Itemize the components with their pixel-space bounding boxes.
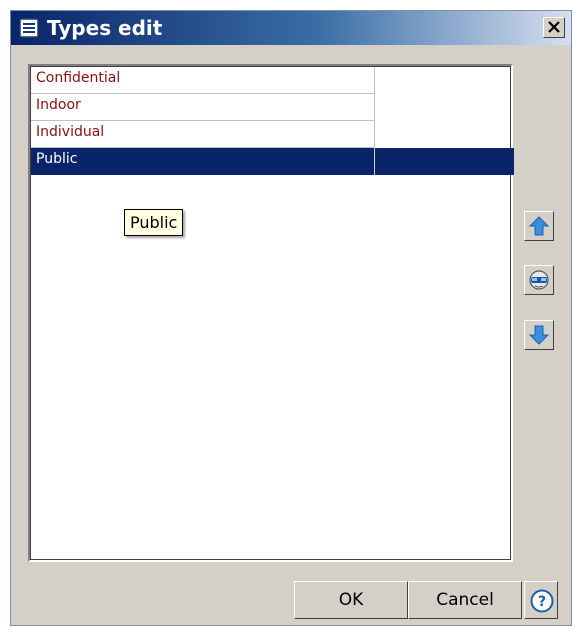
list-item-label: Individual	[31, 121, 375, 148]
list-item-individual[interactable]: Individual	[31, 121, 514, 148]
move-down-button[interactable]	[524, 320, 554, 350]
list-item-indoor[interactable]: Indoor	[31, 94, 514, 121]
move-up-button[interactable]	[524, 211, 554, 241]
list-item-label: Confidential	[31, 67, 375, 94]
ok-button[interactable]: OK	[294, 581, 408, 619]
tooltip: Public	[124, 209, 184, 236]
cancel-button[interactable]: Cancel	[408, 581, 522, 619]
close-icon	[548, 21, 560, 33]
svg-text:?: ?	[538, 594, 546, 610]
face-icon	[529, 270, 549, 290]
window-title: Types edit	[47, 16, 163, 40]
help-icon: ?	[530, 589, 554, 613]
edit-button[interactable]	[524, 265, 554, 295]
close-button[interactable]	[543, 17, 565, 38]
list-item-label: Public	[31, 148, 375, 175]
help-button[interactable]: ?	[524, 581, 558, 619]
list-item-confidential[interactable]: Confidential	[31, 67, 514, 94]
types-edit-dialog: Types edit Confidential Indoor Individua…	[10, 10, 572, 626]
list-icon	[19, 18, 39, 38]
arrow-up-icon	[528, 216, 550, 236]
list-item-public[interactable]: Public	[31, 148, 514, 175]
arrow-down-icon	[528, 325, 550, 345]
list-item-label: Indoor	[31, 94, 375, 121]
title-bar[interactable]: Types edit	[11, 11, 571, 45]
types-list[interactable]: Confidential Indoor Individual Public	[28, 64, 514, 562]
